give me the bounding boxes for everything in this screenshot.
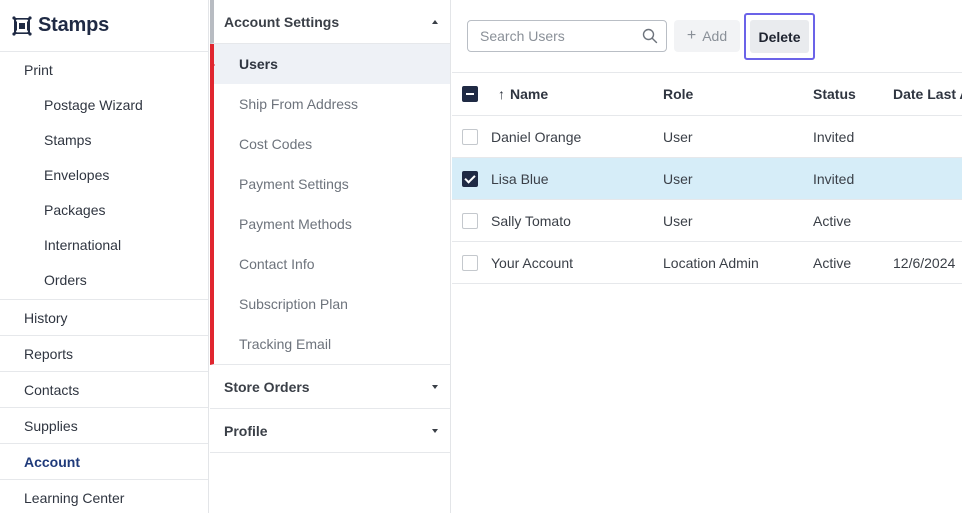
user-role: User — [663, 212, 693, 229]
row-checkbox[interactable] — [462, 254, 478, 271]
print-submenu: Postage Wizard Stamps Envelopes Packages… — [0, 87, 208, 300]
column-name-label: Name — [510, 86, 549, 102]
table-row[interactable]: Sally Tomato User Active — [452, 200, 962, 242]
nav-account[interactable]: Account — [0, 444, 208, 480]
nav-history[interactable]: History — [0, 300, 208, 336]
nav-stamps[interactable]: Stamps — [0, 122, 208, 157]
user-name: Your Account — [491, 254, 573, 271]
user-role: Location Admin — [663, 254, 759, 271]
profile-header[interactable]: Profile — [210, 409, 450, 453]
account-settings-list: Users Ship From Address Cost Codes Payme… — [210, 44, 450, 365]
nav-reports[interactable]: Reports — [0, 336, 208, 372]
user-status: Invited — [813, 170, 855, 187]
column-header-name[interactable]: ↑ Name — [498, 73, 548, 115]
profile-label: Profile — [224, 422, 268, 439]
sort-ascending-icon: ↑ — [498, 86, 505, 102]
user-status: Active — [813, 254, 852, 271]
search-box[interactable] — [467, 20, 667, 52]
row-checkbox[interactable] — [462, 212, 478, 229]
user-status: Invited — [813, 128, 855, 145]
brand-name: Stamps — [38, 14, 110, 36]
settings-item-ship-from-address[interactable]: Ship From Address — [214, 84, 450, 124]
brand-logo[interactable]: Stamps — [0, 0, 208, 52]
settings-item-contact-info[interactable]: Contact Info — [214, 244, 450, 284]
nav-international[interactable]: International — [0, 227, 208, 262]
caret-down-icon — [432, 384, 438, 389]
row-checkbox-cell — [462, 158, 478, 199]
settings-item-subscription-plan[interactable]: Subscription Plan — [214, 284, 450, 324]
column-header-status[interactable]: Status — [813, 73, 856, 115]
users-toolbar: + Add Delete — [452, 0, 962, 72]
table-row[interactable]: Lisa Blue User Invited — [452, 158, 962, 200]
row-checkbox-cell — [462, 116, 478, 157]
search-input[interactable] — [468, 21, 628, 51]
settings-item-cost-codes[interactable]: Cost Codes — [214, 124, 450, 164]
stamps-logo-icon — [12, 15, 32, 36]
delete-button-focus-ring: Delete — [744, 13, 815, 60]
caret-up-icon — [432, 19, 438, 24]
nav-supplies[interactable]: Supplies — [0, 408, 208, 444]
row-checkbox[interactable] — [462, 170, 478, 187]
nav-orders[interactable]: Orders — [0, 262, 208, 297]
caret-down-icon — [432, 428, 438, 433]
search-icon[interactable] — [642, 28, 658, 44]
table-row[interactable]: Daniel Orange User Invited — [452, 116, 962, 158]
add-user-button[interactable]: + Add — [674, 20, 740, 52]
user-name: Sally Tomato — [491, 212, 571, 229]
settings-panel: Account Settings Users Ship From Address… — [210, 0, 451, 513]
account-settings-label: Account Settings — [224, 13, 340, 30]
nav-learning-center[interactable]: Learning Center — [0, 480, 208, 513]
row-checkbox-cell — [462, 242, 478, 283]
user-role: User — [663, 128, 693, 145]
nav-postage-wizard[interactable]: Postage Wizard — [0, 87, 208, 122]
nav-packages[interactable]: Packages — [0, 192, 208, 227]
user-role: User — [663, 170, 693, 187]
add-label: Add — [702, 28, 728, 44]
users-main: + Add Delete ↑ Name Role Status Date Las… — [452, 0, 962, 513]
row-checkbox[interactable] — [462, 128, 478, 145]
column-header-date-last-active[interactable]: Date Last A — [893, 73, 962, 115]
select-all-checkbox-cell — [462, 73, 478, 115]
account-settings-header[interactable]: Account Settings — [210, 0, 450, 44]
store-orders-label: Store Orders — [224, 378, 310, 395]
column-header-role[interactable]: Role — [663, 73, 693, 115]
left-navigation: Stamps Print Postage Wizard Stamps Envel… — [0, 0, 209, 513]
table-row[interactable]: Your Account Location Admin Active 12/6/… — [452, 242, 962, 284]
table-header-row: ↑ Name Role Status Date Last A — [452, 73, 962, 116]
settings-item-payment-methods[interactable]: Payment Methods — [214, 204, 450, 244]
user-name: Lisa Blue — [491, 170, 549, 187]
settings-item-payment-settings[interactable]: Payment Settings — [214, 164, 450, 204]
delete-button[interactable]: Delete — [750, 20, 809, 53]
row-checkbox-cell — [462, 200, 478, 241]
user-status: Active — [813, 212, 852, 229]
nav-print[interactable]: Print — [0, 52, 208, 87]
plus-icon: + — [686, 27, 697, 44]
nav-contacts[interactable]: Contacts — [0, 372, 208, 408]
selection-arrow-icon — [210, 60, 215, 70]
user-date-last-active: 12/6/2024 — [893, 254, 956, 271]
settings-item-users[interactable]: Users — [214, 44, 450, 84]
users-table: ↑ Name Role Status Date Last A Daniel Or… — [452, 72, 962, 284]
user-name: Daniel Orange — [491, 128, 582, 145]
settings-item-tracking-email[interactable]: Tracking Email — [214, 324, 450, 364]
store-orders-header[interactable]: Store Orders — [210, 365, 450, 409]
nav-envelopes[interactable]: Envelopes — [0, 157, 208, 192]
select-all-checkbox[interactable] — [462, 86, 478, 102]
